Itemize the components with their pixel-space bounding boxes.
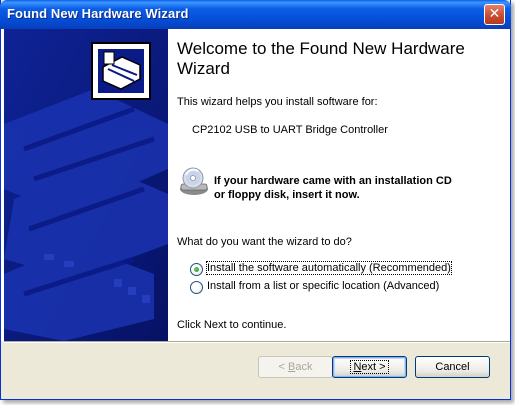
continue-text: Click Next to continue. [177, 319, 287, 331]
radio-unselected[interactable] [190, 281, 203, 294]
hardware-icon [91, 42, 151, 100]
radio-selected[interactable] [190, 263, 203, 276]
question-text: What do you want the wizard to do? [177, 236, 352, 248]
close-icon: ✕ [488, 6, 501, 22]
option-label: Install the software automatically (Reco… [206, 261, 452, 275]
page-title: Welcome to the Found New Hardware Wizard [177, 39, 465, 78]
title-bar[interactable]: Found New Hardware Wizard ✕ [0, 0, 511, 29]
wizard-side-banner [4, 29, 168, 341]
back-button[interactable]: < Back [258, 356, 333, 378]
next-button[interactable]: Next > [332, 356, 407, 378]
next-button-label: Next > [350, 360, 389, 374]
intro-text: This wizard helps you install software f… [177, 96, 378, 108]
hardware-banner-graphic [4, 29, 168, 341]
wizard-window: Found New Hardware Wizard ✕ Welcome to t… [0, 0, 511, 400]
cd-notice-line2: or floppy disk, insert it now. [214, 189, 360, 201]
option-label: Install from a list or specific location… [207, 280, 440, 292]
cd-notice-line1: If your hardware came with an installati… [214, 175, 452, 187]
cancel-button[interactable]: Cancel [415, 356, 490, 378]
separator [4, 341, 510, 343]
window-title: Found New Hardware Wizard [7, 6, 189, 21]
device-name: CP2102 USB to UART Bridge Controller [192, 124, 388, 136]
cd-disk-icon [180, 167, 208, 195]
close-button[interactable]: ✕ [484, 4, 505, 25]
